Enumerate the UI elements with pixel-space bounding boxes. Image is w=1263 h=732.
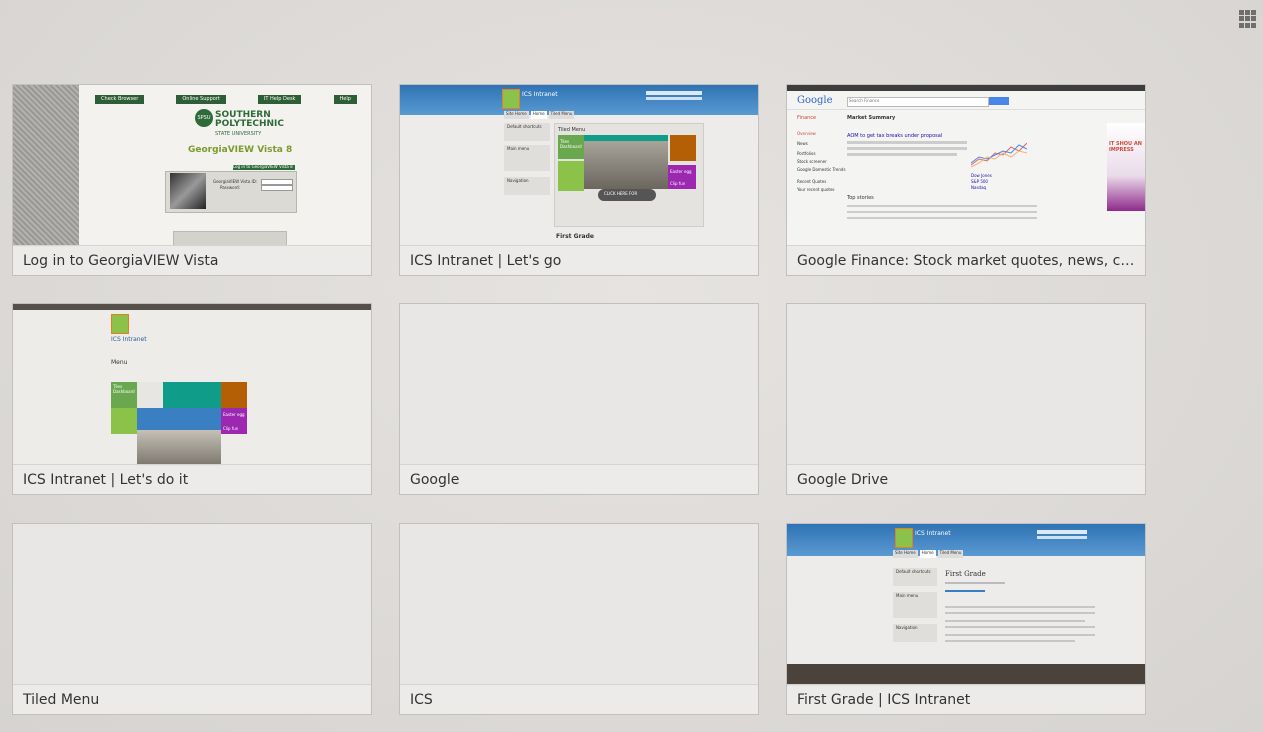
ics-tile-easter: Easter egg xyxy=(670,169,692,174)
apps-grid-icon[interactable] xyxy=(1239,10,1257,28)
finance-headline: AOM to get tax breaks under proposal xyxy=(847,133,943,139)
ics-menu-title: Tiled Menu xyxy=(558,127,586,133)
icsdo-tile-easter: Easter egg xyxy=(223,412,245,417)
firstgrade-tab-1: Site Home xyxy=(893,550,918,558)
tile-thumbnail xyxy=(400,304,758,466)
finance-top-stories: Top stories xyxy=(847,195,874,201)
tile-thumbnail: ICS Intranet Site Home Home Tiled Menu D… xyxy=(400,85,758,247)
most-visited-tile-google-finance[interactable]: Google Search Finance Finance Market Sum… xyxy=(786,84,1146,276)
ics-tile-clip: Clip fun xyxy=(670,181,686,186)
google-logo: Google xyxy=(797,95,833,106)
most-visited-tile-ics-lets-go[interactable]: ICS Intranet Site Home Home Tiled Menu D… xyxy=(399,84,759,276)
georgia-heading: GeorgiaVIEW Vista 8 xyxy=(188,145,293,155)
tile-thumbnail xyxy=(400,524,758,686)
ics-sidebar-3: Navigation xyxy=(507,178,529,183)
ics-tab-3: Tiled Menu xyxy=(548,111,575,119)
tile-title: ICS xyxy=(400,684,758,714)
tile-title: Google Finance: Stock market quotes, new… xyxy=(787,245,1145,275)
finance-left-nav-3: Portfolios xyxy=(797,151,816,156)
most-visited-tile-georgiaview[interactable]: Check Browser Online Support IT Help Des… xyxy=(12,84,372,276)
tile-thumbnail: ICS Intranet Site Home Home Tiled Menu D… xyxy=(787,524,1145,686)
firstgrade-sidebar-2: Main menu xyxy=(896,593,919,598)
ics-sidebar-1: Default shortcuts xyxy=(507,124,542,129)
tile-title: Log in to GeorgiaVIEW Vista xyxy=(13,245,371,275)
market-summary-chart xyxy=(971,142,1027,168)
tile-thumbnail xyxy=(787,304,1145,466)
tile-thumbnail: ICS Intranet Menu Tiles Dashboard Easter… xyxy=(13,304,371,466)
most-visited-tile-first-grade[interactable]: ICS Intranet Site Home Home Tiled Menu D… xyxy=(786,523,1146,715)
tile-title: Google xyxy=(400,464,758,494)
finance-index-2: S&P 500 xyxy=(971,179,988,184)
tile-title: First Grade | ICS Intranet xyxy=(787,684,1145,714)
finance-section: Finance xyxy=(797,115,817,121)
tile-title: Google Drive xyxy=(787,464,1145,494)
finance-ad-text: IT SHOU AN IMPRESS xyxy=(1109,141,1142,153)
georgia-nav-4: Help xyxy=(333,95,357,104)
most-visited-tile-google[interactable]: Google xyxy=(399,303,759,495)
tile-thumbnail: Check Browser Online Support IT Help Des… xyxy=(13,85,371,247)
tile-title: ICS Intranet | Let's do it xyxy=(13,464,371,494)
finance-left-nav-7: Your recent quotes xyxy=(797,187,835,192)
georgia-login-label: GeorgiaVIEW Vista ID: xyxy=(213,179,258,184)
ics-site-name: ICS Intranet xyxy=(522,91,558,98)
most-visited-tile-ics-lets-do-it[interactable]: ICS Intranet Menu Tiles Dashboard Easter… xyxy=(12,303,372,495)
georgia-nav-2: Online Support xyxy=(176,95,226,104)
spsu-logo: SPSU xyxy=(195,109,213,127)
ics-tile-dashboard: Tiles Dashboard xyxy=(560,139,582,149)
firstgrade-sidebar-1: Default shortcuts xyxy=(896,569,931,574)
most-visited-tile-google-drive[interactable]: Google Drive xyxy=(786,303,1146,495)
ics-click-here: CLICK HERE FOR xyxy=(604,191,638,196)
georgia-nav-3: IT Help Desk xyxy=(257,95,302,104)
ics-tab-1: Site Home xyxy=(504,111,529,119)
finance-heading: Market Summary xyxy=(847,115,896,121)
most-visited-tile-ics[interactable]: ICS xyxy=(399,523,759,715)
finance-index-3: Nasdaq xyxy=(971,185,987,190)
firstgrade-heading: First Grade xyxy=(945,570,986,578)
icsdo-tile-clip: Clip fun xyxy=(223,426,239,431)
ics-sidebar-2: Main menu xyxy=(507,146,530,151)
tile-title: Tiled Menu xyxy=(13,684,371,714)
finance-index-1: Dow Jones xyxy=(971,173,992,178)
firstgrade-tab-2: Home xyxy=(919,550,936,558)
icsdo-tile-dashboard: Tiles Dashboard xyxy=(113,384,135,394)
ics-tab-2: Home xyxy=(530,111,547,119)
finance-left-nav-2: News xyxy=(797,141,808,146)
firstgrade-tab-3: Tiled Menu xyxy=(937,550,964,558)
icsdo-menu: Menu xyxy=(111,359,128,366)
tile-title: ICS Intranet | Let's go xyxy=(400,245,758,275)
tile-thumbnail xyxy=(13,524,371,686)
most-visited-tile-tiled-menu[interactable]: Tiled Menu xyxy=(12,523,372,715)
firstgrade-site-name: ICS Intranet xyxy=(915,530,951,537)
georgia-login-button: Log in to GeorgiaVIEW Vista 8 xyxy=(233,164,293,169)
spsu-brand: SOUTHERN POLYTECHNIC xyxy=(215,110,285,129)
tile-thumbnail: Google Search Finance Finance Market Sum… xyxy=(787,85,1145,247)
finance-search: Search Finance xyxy=(849,98,880,103)
georgia-nav-1: Check Browser xyxy=(95,95,145,104)
finance-left-nav-6: Recent Quotes xyxy=(797,179,827,184)
finance-left-nav-5: Google Domestic Trends xyxy=(797,167,846,172)
finance-left-nav-4: Stock screener xyxy=(797,159,827,164)
finance-left-nav-1: Overview xyxy=(797,131,816,136)
ics-footer-heading: First Grade xyxy=(556,233,594,240)
icsdo-site-name: ICS Intranet xyxy=(111,336,147,343)
spsu-brand-sub: STATE UNIVERSITY xyxy=(215,131,262,137)
georgia-password-label: Password: xyxy=(220,185,241,190)
firstgrade-sidebar-3: Navigation xyxy=(896,625,918,630)
